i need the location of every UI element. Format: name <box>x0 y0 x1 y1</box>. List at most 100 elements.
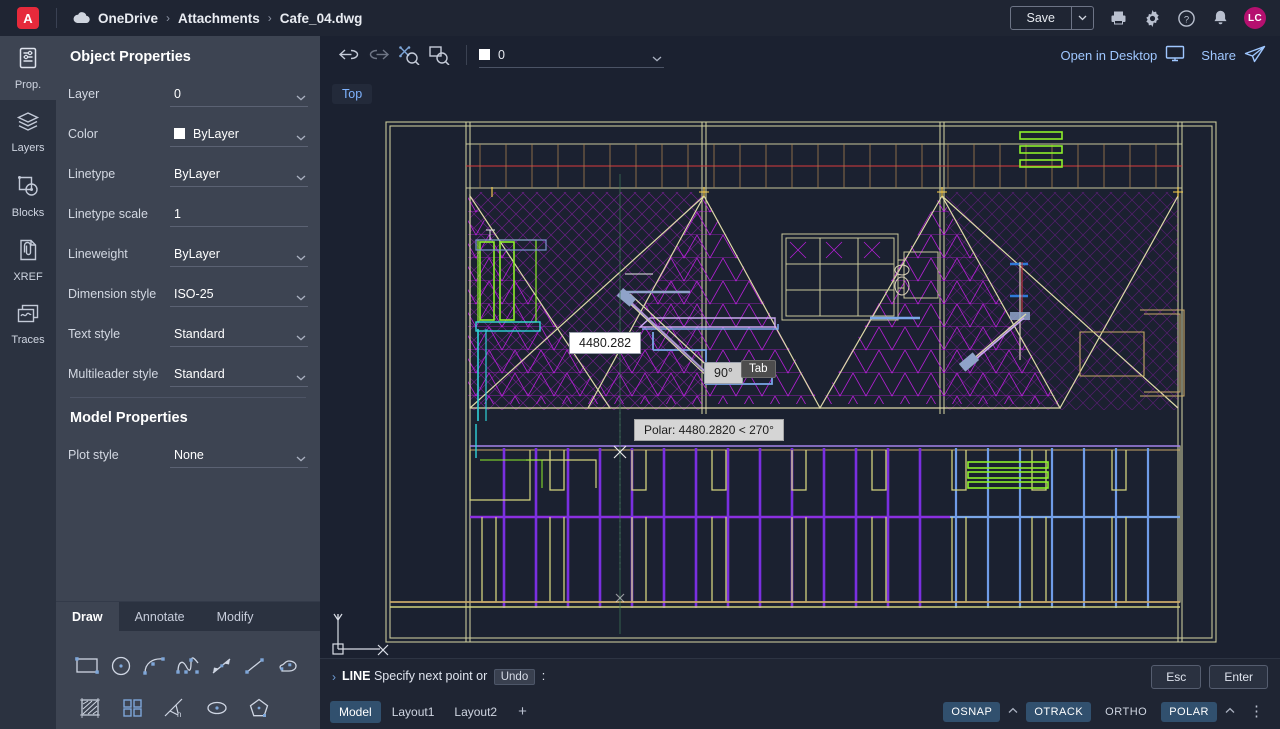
sidebar-item-properties[interactable]: Prop. <box>0 36 56 100</box>
command-line[interactable]: › LINE Specify next point or Undo : Esc … <box>320 658 1280 694</box>
tab-modify[interactable]: Modify <box>201 602 270 631</box>
property-label: Lineweight <box>68 247 128 261</box>
cloud-icon <box>73 12 90 24</box>
sidebar-item-label: Prop. <box>14 78 42 91</box>
gear-icon[interactable] <box>1142 8 1162 28</box>
status-toggles: OSNAP OTRACK ORTHO POLAR ⋮ <box>943 701 1270 722</box>
revision-cloud-icon[interactable] <box>272 645 306 687</box>
color-select[interactable]: ByLayer <box>170 121 308 147</box>
layer-select[interactable]: 0 <box>170 81 308 107</box>
line-icon[interactable] <box>239 645 273 687</box>
tab-layout1[interactable]: Layout1 <box>383 701 444 723</box>
sidebar-item-blocks[interactable]: Blocks <box>0 164 56 228</box>
lineweight-select[interactable]: ByLayer <box>170 241 308 267</box>
panel-divider <box>70 397 306 398</box>
array-icon[interactable] <box>112 687 154 729</box>
tab-draw[interactable]: Draw <box>56 602 119 631</box>
property-label: Plot style <box>68 448 119 462</box>
osnap-chevron-up-icon[interactable] <box>1006 706 1020 717</box>
linetype-select[interactable]: ByLayer <box>170 161 308 187</box>
open-in-desktop-button[interactable]: Open in Desktop <box>1060 45 1185 65</box>
send-icon <box>1244 45 1266 66</box>
traces-icon <box>16 303 40 330</box>
save-button[interactable]: Save <box>1011 7 1072 29</box>
polyline-icon[interactable] <box>205 645 239 687</box>
print-icon[interactable] <box>1108 8 1128 28</box>
multileader-style-select[interactable]: Standard <box>170 361 308 387</box>
rectangle-icon[interactable] <box>70 645 104 687</box>
toggle-otrack[interactable]: OTRACK <box>1026 701 1092 722</box>
ellipse-icon[interactable] <box>196 687 238 729</box>
spline-icon[interactable] <box>171 645 205 687</box>
toggle-polar[interactable]: POLAR <box>1161 701 1217 722</box>
tab-model[interactable]: Model <box>330 700 381 723</box>
zoom-window-icon[interactable] <box>424 41 454 69</box>
property-row-lineweight: Lineweight ByLayer <box>68 235 308 267</box>
status-more-menu[interactable]: ⋮ <box>1243 704 1270 719</box>
current-layer-select[interactable]: 0 <box>479 42 664 68</box>
breadcrumb-onedrive[interactable]: OneDrive <box>98 11 158 26</box>
command-text: LINE Specify next point or Undo : <box>342 668 545 685</box>
open-in-desktop-label: Open in Desktop <box>1060 47 1158 63</box>
enter-button[interactable]: Enter <box>1209 664 1268 689</box>
redo-icon[interactable] <box>364 41 394 69</box>
blocks-icon <box>16 174 40 203</box>
property-value: ByLayer <box>174 246 220 261</box>
text-style-select[interactable]: Standard <box>170 321 308 347</box>
chevron-down-icon <box>652 49 662 67</box>
command-prompt-caret: › <box>332 669 336 684</box>
view-orientation-label[interactable]: Top <box>332 84 373 104</box>
toggle-ortho[interactable]: ORTHO <box>1097 702 1155 722</box>
polygon-icon[interactable] <box>238 687 280 729</box>
app-logo[interactable]: A <box>0 0 56 36</box>
add-layout-button[interactable]: + <box>508 703 537 720</box>
zoom-extents-icon[interactable] <box>394 41 424 69</box>
help-icon[interactable]: ? <box>1176 8 1196 28</box>
chevron-down-icon <box>296 128 306 146</box>
tab-key-hint: Tab <box>741 360 776 378</box>
breadcrumb-attachments[interactable]: Attachments <box>178 11 260 26</box>
sidebar-item-traces[interactable]: Traces <box>0 292 56 356</box>
circle-icon[interactable] <box>104 645 138 687</box>
property-value: Standard <box>174 366 225 381</box>
object-properties-title: Object Properties <box>70 49 191 65</box>
tab-layout2[interactable]: Layout2 <box>445 701 506 723</box>
save-dropdown-button[interactable] <box>1071 7 1093 29</box>
esc-button[interactable]: Esc <box>1151 664 1202 689</box>
chevron-down-icon <box>296 449 306 467</box>
current-layer-value: 0 <box>498 47 505 62</box>
sidebar-item-label: Layers <box>11 141 45 154</box>
dimension-style-select[interactable]: ISO-25 <box>170 281 308 307</box>
monitor-icon <box>1165 45 1185 65</box>
bell-icon[interactable] <box>1210 8 1230 28</box>
construction-line-icon[interactable]: n <box>154 687 196 729</box>
linetype-scale-input[interactable]: 1 <box>170 201 308 227</box>
properties-panel-body: Object Properties Layer 0 Color ByLayer … <box>56 36 320 601</box>
undo-icon[interactable] <box>334 41 364 69</box>
properties-panel: Object Properties Layer 0 Color ByLayer … <box>56 36 320 729</box>
tab-annotate[interactable]: Annotate <box>119 602 201 631</box>
model-properties-title: Model Properties <box>70 410 188 426</box>
polar-chevron-up-icon[interactable] <box>1223 706 1237 717</box>
dynamic-input-angle[interactable]: 90° <box>704 362 743 384</box>
plot-style-select[interactable]: None <box>170 442 308 468</box>
sidebar-item-layers[interactable]: Layers <box>0 100 56 164</box>
property-label: Linetype <box>68 167 116 181</box>
autocad-web-app: A OneDrive › Attachments › Cafe_04.dwg S… <box>0 0 1280 729</box>
property-value: ISO-25 <box>174 286 214 301</box>
drawing-viewport[interactable]: 4480.282 90° Tab Polar: 4480.2820 < 270° <box>320 74 1280 682</box>
toggle-osnap[interactable]: OSNAP <box>943 701 1001 722</box>
draw-tool-grid: n <box>56 631 320 729</box>
arc-icon[interactable] <box>137 645 171 687</box>
dynamic-input-distance[interactable]: 4480.282 <box>569 332 642 354</box>
sidebar-item-xref[interactable]: XREF <box>0 228 56 292</box>
breadcrumb-filename[interactable]: Cafe_04.dwg <box>280 11 363 26</box>
hatch-icon[interactable] <box>70 687 112 729</box>
color-swatch <box>174 128 185 139</box>
command-name: LINE <box>342 668 371 683</box>
avatar[interactable]: LC <box>1244 7 1266 29</box>
command-option-undo[interactable]: Undo <box>493 668 536 685</box>
share-button[interactable]: Share <box>1201 45 1266 66</box>
property-label: Color <box>68 127 98 141</box>
property-row-text-style: Text style Standard <box>68 315 308 347</box>
